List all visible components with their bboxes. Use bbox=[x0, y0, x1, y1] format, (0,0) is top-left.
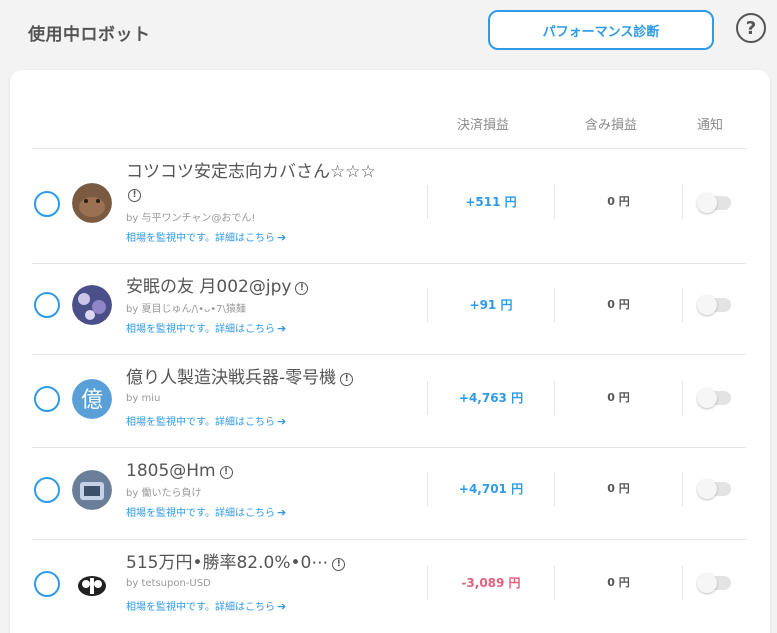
select-radio[interactable] bbox=[34, 571, 60, 597]
robot-name: 515万円•勝率82.0%•0⋯! bbox=[126, 552, 416, 574]
notification-toggle[interactable] bbox=[697, 479, 731, 499]
robot-name: 億り人製造決戦兵器-零号機! bbox=[126, 367, 416, 389]
unrealized-pl-value: 0 円 bbox=[555, 472, 683, 506]
settled-pl-value: +4,701 円 bbox=[427, 472, 555, 506]
robot-name: コツコツ安定志向カバさん☆☆☆! bbox=[126, 162, 376, 202]
table-row: 515万円•勝率82.0%•0⋯! by tetsupon-USD 相場を監視中… bbox=[32, 539, 746, 629]
header: 使用中ロボット パフォーマンス診断 ? bbox=[0, 0, 777, 68]
robot-author: by miu bbox=[126, 393, 161, 404]
info-circle-icon[interactable]: ! bbox=[219, 466, 233, 479]
robot-author: by 与平ワンチャン@おでん! bbox=[126, 213, 256, 224]
info-circle-icon[interactable]: ! bbox=[340, 373, 354, 386]
table-row: 安眠の友 月002@jpy! by 夏目じゅん/\•ᴗ•7\猿麺 相場を監視中で… bbox=[32, 263, 746, 354]
table-row: 1805@Hm! by 働いたら負け 相場を監視中です。詳細はこちら ➔ +4,7… bbox=[32, 447, 746, 539]
svg-text:億: 億 bbox=[81, 388, 103, 413]
robot-author: by 夏目じゅん/\•ᴗ•7\猿麺 bbox=[126, 304, 246, 315]
column-notification: 通知 bbox=[696, 118, 723, 133]
info-circle-icon[interactable]: ! bbox=[128, 189, 141, 202]
notification-toggle[interactable] bbox=[697, 388, 731, 408]
avatar bbox=[72, 285, 112, 325]
notification-toggle[interactable] bbox=[697, 573, 731, 593]
robot-author: by tetsupon-USD bbox=[126, 578, 211, 589]
info-circle-icon[interactable]: ! bbox=[332, 558, 346, 571]
robot-name: 安眠の友 月002@jpy! bbox=[126, 276, 416, 298]
status-detail-link[interactable]: 相場を監視中です。詳細はこちら ➔ bbox=[126, 598, 286, 613]
settled-pl-value: +91 円 bbox=[427, 288, 555, 322]
robot-name: 1805@Hm! bbox=[126, 460, 416, 482]
select-radio[interactable] bbox=[34, 292, 60, 318]
select-radio[interactable] bbox=[34, 477, 60, 503]
select-radio[interactable] bbox=[34, 386, 60, 412]
select-radio[interactable] bbox=[34, 191, 60, 217]
question-circle-icon[interactable]: ? bbox=[736, 13, 766, 43]
page-title: 使用中ロボット bbox=[28, 25, 151, 45]
arrow-right-icon: ➔ bbox=[277, 506, 287, 519]
toggle-knob bbox=[697, 193, 717, 213]
info-circle-icon[interactable]: ! bbox=[295, 282, 309, 295]
unrealized-pl-value: 0 円 bbox=[555, 381, 683, 415]
avatar: 億 bbox=[72, 379, 112, 419]
unrealized-pl-value: 0 円 bbox=[555, 185, 683, 219]
status-detail-link[interactable]: 相場を監視中です。詳細はこちら ➔ bbox=[126, 413, 286, 428]
avatar bbox=[72, 470, 112, 510]
table-row: 億 億り人製造決戦兵器-零号機! by miu 相場を監視中です。詳細はこちら ➔… bbox=[32, 354, 746, 447]
settled-pl-value: +4,763 円 bbox=[427, 381, 555, 415]
status-detail-link[interactable]: 相場を監視中です。詳細はこちら ➔ bbox=[126, 229, 286, 244]
arrow-right-icon: ➔ bbox=[277, 322, 287, 335]
settled-pl-value: +511 円 bbox=[427, 185, 555, 219]
performance-diagnosis-button[interactable]: パフォーマンス診断 bbox=[488, 10, 714, 50]
toggle-knob bbox=[697, 573, 717, 593]
toggle-knob bbox=[697, 295, 717, 315]
avatar bbox=[72, 183, 112, 223]
status-detail-link[interactable]: 相場を監視中です。詳細はこちら ➔ bbox=[126, 320, 286, 335]
status-detail-link[interactable]: 相場を監視中です。詳細はこちら ➔ bbox=[126, 504, 286, 519]
arrow-right-icon: ➔ bbox=[277, 415, 287, 428]
unrealized-pl-value: 0 円 bbox=[555, 288, 683, 322]
toggle-knob bbox=[697, 388, 717, 408]
avatar bbox=[72, 564, 112, 604]
toggle-knob bbox=[697, 479, 717, 499]
column-unrealized-pl: 含み損益 bbox=[584, 118, 637, 133]
robot-author: by 働いたら負け bbox=[126, 488, 202, 499]
notification-toggle[interactable] bbox=[697, 295, 731, 315]
unrealized-pl-value: 0 円 bbox=[555, 566, 683, 600]
arrow-right-icon: ➔ bbox=[277, 600, 287, 613]
column-settled-pl: 決済損益 bbox=[456, 118, 509, 133]
notification-toggle[interactable] bbox=[697, 193, 731, 213]
robot-list-card: 決済損益 含み損益 通知 コツコツ安定志向カバさん☆☆☆! by 与平ワンチャン… bbox=[10, 70, 770, 633]
settled-pl-value: -3,089 円 bbox=[427, 566, 555, 600]
table-row: コツコツ安定志向カバさん☆☆☆! by 与平ワンチャン@おでん! 相場を監視中で… bbox=[32, 148, 746, 263]
arrow-right-icon: ➔ bbox=[277, 231, 287, 244]
